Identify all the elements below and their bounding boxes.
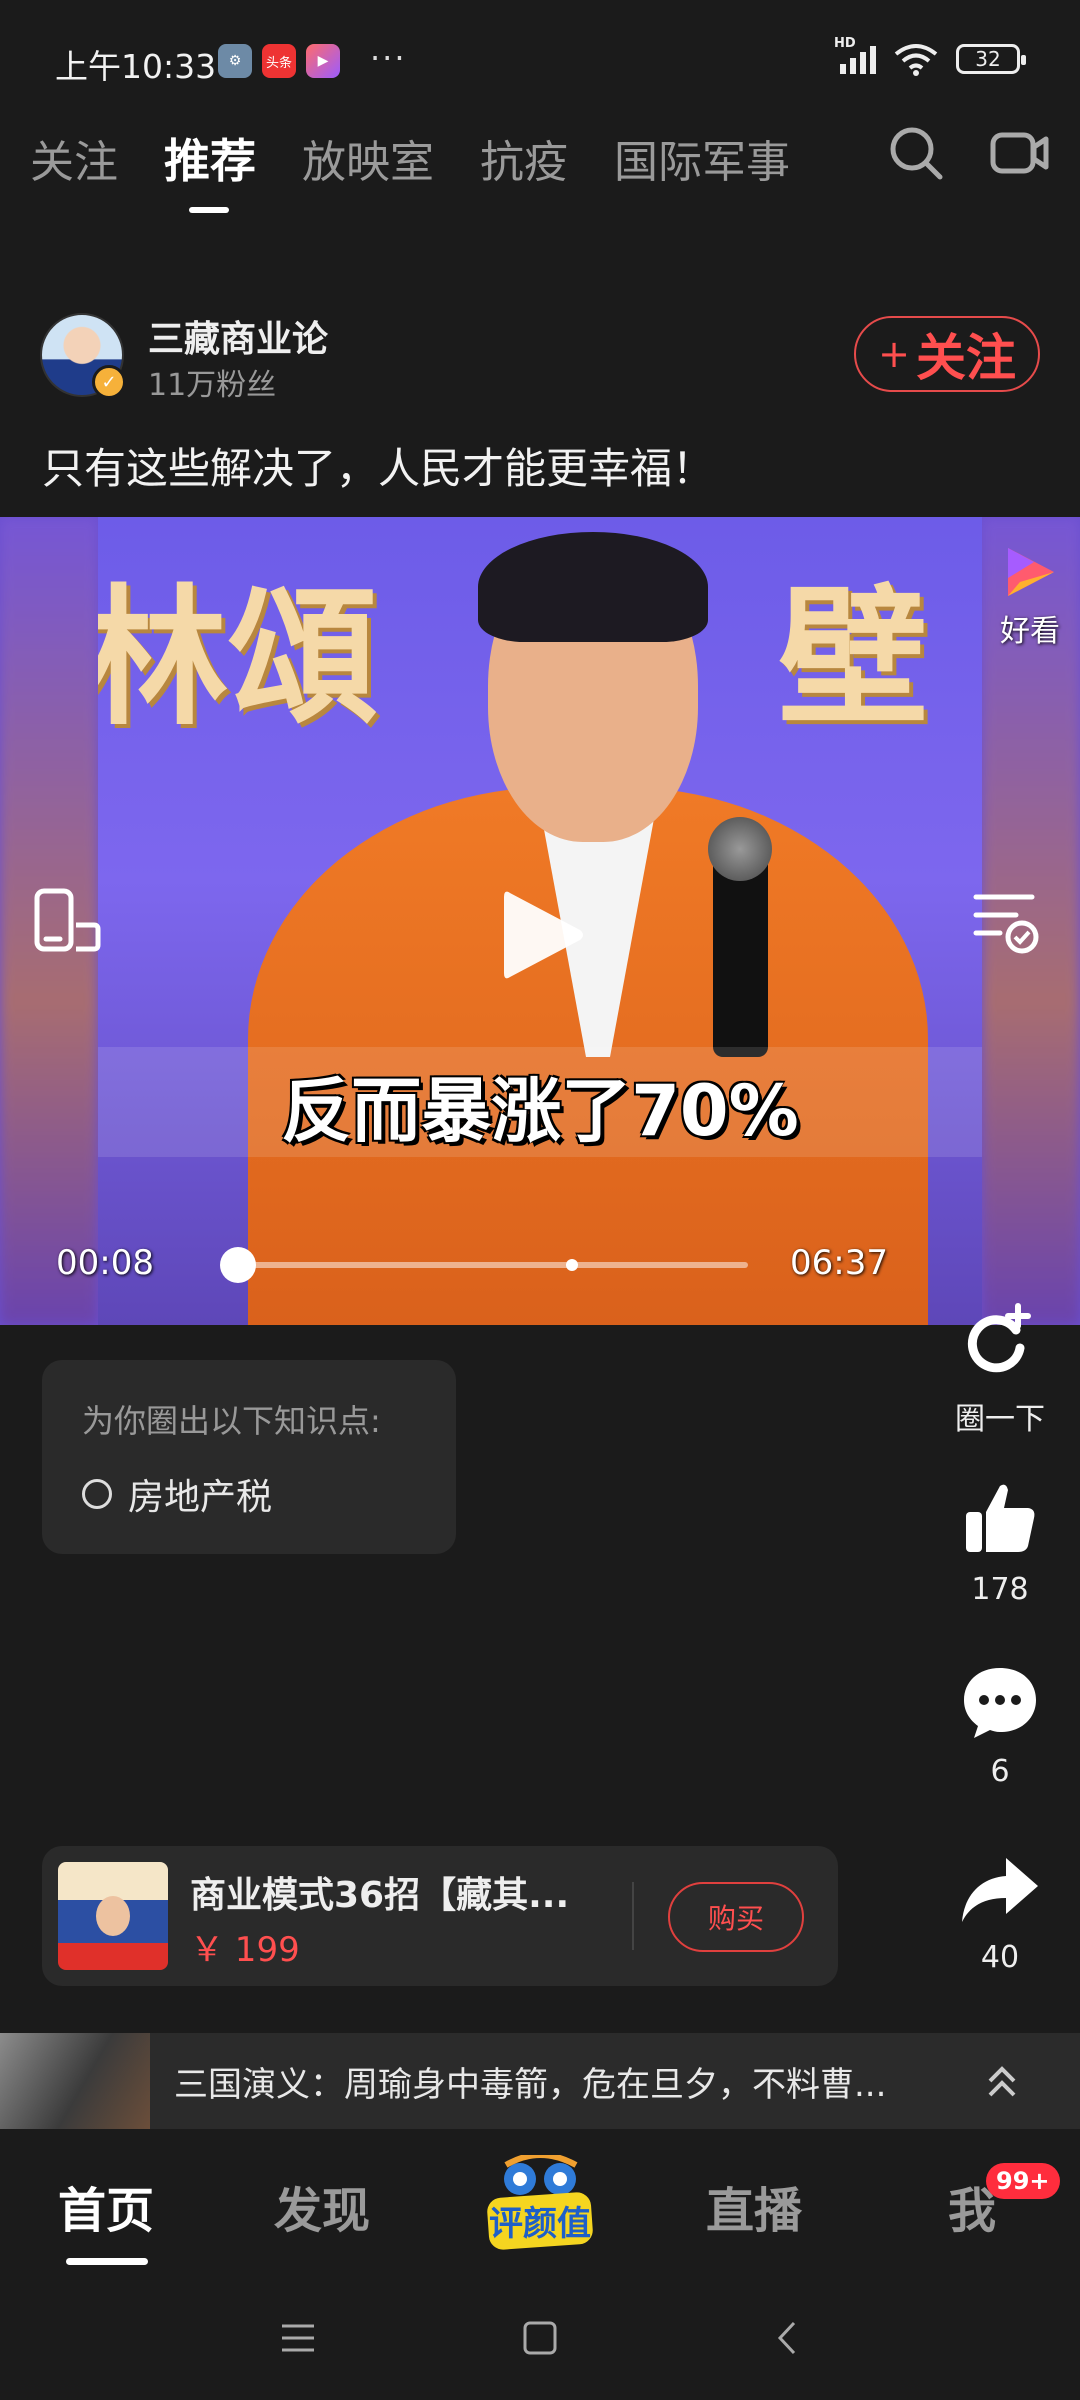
buy-button[interactable]: 购买 bbox=[668, 1882, 804, 1952]
notification-badge: 99+ bbox=[986, 2163, 1060, 2199]
tab-military[interactable]: 国际军事 bbox=[614, 126, 790, 190]
nav-live[interactable]: 直播 bbox=[706, 2171, 802, 2241]
tab-cinema[interactable]: 放映室 bbox=[302, 126, 434, 190]
video-subtitle: 反而暴涨了70% bbox=[281, 1070, 799, 1152]
knowledge-points-card[interactable]: 为你圈出以下知识点: 房地产税 bbox=[42, 1360, 456, 1554]
microphone-head bbox=[708, 817, 772, 881]
play-icon[interactable] bbox=[498, 885, 588, 985]
next-video-thumbnail bbox=[0, 2033, 150, 2129]
product-card[interactable]: 商业模式36招【藏其... ￥ 199 购买 bbox=[42, 1846, 838, 1986]
thumbs-up-icon bbox=[966, 1484, 1035, 1552]
network-type: HD bbox=[834, 36, 856, 51]
haokan-watermark: 好看 bbox=[990, 542, 1070, 650]
plus-icon: + bbox=[878, 332, 910, 376]
verified-badge-icon: ✓ bbox=[92, 365, 126, 399]
fullscreen-rotate-icon[interactable] bbox=[32, 887, 104, 957]
more-notifications-icon: ··· bbox=[370, 39, 407, 77]
rate-looks-logo-icon[interactable]: 评颜值 bbox=[484, 2155, 596, 2255]
status-time: 上午10:33 bbox=[55, 47, 217, 86]
comment-count: 6 bbox=[990, 1754, 1010, 1789]
next-video-bar[interactable]: 三国演义：周瑜身中毒箭，危在旦夕，不料曹... bbox=[0, 2033, 1080, 2129]
share-count: 40 bbox=[980, 1940, 1020, 1975]
progress-bar[interactable] bbox=[220, 1247, 748, 1283]
follow-label: 关注 bbox=[916, 329, 1016, 387]
nav-home[interactable]: 首页 bbox=[58, 2171, 154, 2241]
product-title: 商业模式36招【藏其... bbox=[190, 1875, 570, 1916]
playlist-check-icon[interactable] bbox=[970, 887, 1042, 957]
back-icon[interactable] bbox=[772, 2320, 802, 2356]
top-tabs: 关注 推荐 放映室 抗疫 国际军事 bbox=[30, 125, 790, 213]
post-title: 只有这些解决了，人民才能更幸福！ bbox=[42, 444, 715, 493]
current-time: 00:08 bbox=[56, 1243, 154, 1283]
video-camera-icon[interactable] bbox=[990, 125, 1050, 181]
product-thumbnail-face bbox=[96, 1896, 130, 1936]
speaker-hair bbox=[478, 532, 708, 642]
share-icon bbox=[962, 1858, 1038, 1922]
battery-icon: 32 bbox=[956, 44, 1026, 74]
knowledge-item-label: 房地产税 bbox=[128, 1477, 273, 1518]
product-divider bbox=[632, 1882, 634, 1950]
like-count: 178 bbox=[971, 1572, 1029, 1607]
menu-icon[interactable] bbox=[280, 2320, 316, 2356]
system-nav-bar bbox=[0, 2280, 1080, 2400]
toutiao-app-icon: 头条 bbox=[262, 44, 296, 78]
video-banner-text-left: 林頌 bbox=[98, 570, 379, 746]
next-video-title: 三国演义：周瑜身中毒箭，危在旦夕，不料曹... bbox=[174, 2065, 887, 2105]
author-name[interactable]: 三藏商业论 bbox=[148, 310, 328, 362]
haokan-logo-icon bbox=[1008, 548, 1054, 596]
haokan-label: 好看 bbox=[1000, 614, 1060, 649]
total-time: 06:37 bbox=[790, 1243, 888, 1283]
video-banner-text-right: 壁 bbox=[778, 570, 929, 746]
product-price: ￥ 199 bbox=[190, 1930, 300, 1970]
share-action[interactable]: 40 bbox=[940, 1854, 1060, 1975]
author-fans: 11万粉丝 bbox=[148, 368, 277, 403]
double-chevron-up-icon[interactable] bbox=[982, 2061, 1022, 2101]
tab-follow[interactable]: 关注 bbox=[30, 126, 118, 190]
follow-button[interactable]: + 关注 bbox=[854, 316, 1040, 392]
haokan-app-icon: ▶ bbox=[306, 44, 340, 78]
tab-recommend[interactable]: 推荐 bbox=[164, 125, 256, 213]
status-bar: 上午10:33 ⚙ 头条 ▶ ··· HD 32 bbox=[0, 0, 1080, 95]
signal-icon: HD bbox=[834, 36, 876, 74]
logo-text: 评颜值 bbox=[489, 2204, 591, 2244]
knowledge-title: 为你圈出以下知识点: bbox=[82, 1402, 381, 1440]
nav-active-indicator bbox=[66, 2258, 148, 2265]
bottom-nav: 首页 发现 评颜值 直播 我 99+ bbox=[0, 2135, 1080, 2280]
comment-action[interactable]: 6 bbox=[940, 1664, 1060, 1789]
nav-discover[interactable]: 发现 bbox=[274, 2171, 370, 2241]
like-action[interactable]: 178 bbox=[940, 1478, 1060, 1607]
circle-add-icon bbox=[967, 1303, 1031, 1373]
progress-marker bbox=[566, 1259, 578, 1271]
status-app-icons: ⚙ 头条 ▶ ··· bbox=[218, 39, 407, 78]
circle-bullet-icon bbox=[82, 1479, 112, 1509]
top-icons bbox=[888, 125, 1050, 181]
video-player[interactable]: 林頌 壁 反而暴涨了70% 好看 00:08 06:37 bbox=[0, 517, 1080, 1325]
circle-label: 圈一下 bbox=[955, 1402, 1045, 1437]
home-square-icon[interactable] bbox=[522, 2320, 558, 2356]
knowledge-item[interactable]: 房地产税 bbox=[82, 1468, 456, 1520]
circle-action[interactable]: 圈一下 bbox=[940, 1300, 1060, 1438]
wifi-icon bbox=[894, 44, 938, 76]
tab-epidemic[interactable]: 抗疫 bbox=[480, 126, 568, 190]
comment-icon bbox=[964, 1668, 1036, 1738]
status-right: HD 32 bbox=[834, 36, 1026, 76]
search-icon[interactable] bbox=[888, 125, 944, 181]
settings-app-icon: ⚙ bbox=[218, 44, 252, 78]
product-thumbnail bbox=[58, 1862, 168, 1970]
